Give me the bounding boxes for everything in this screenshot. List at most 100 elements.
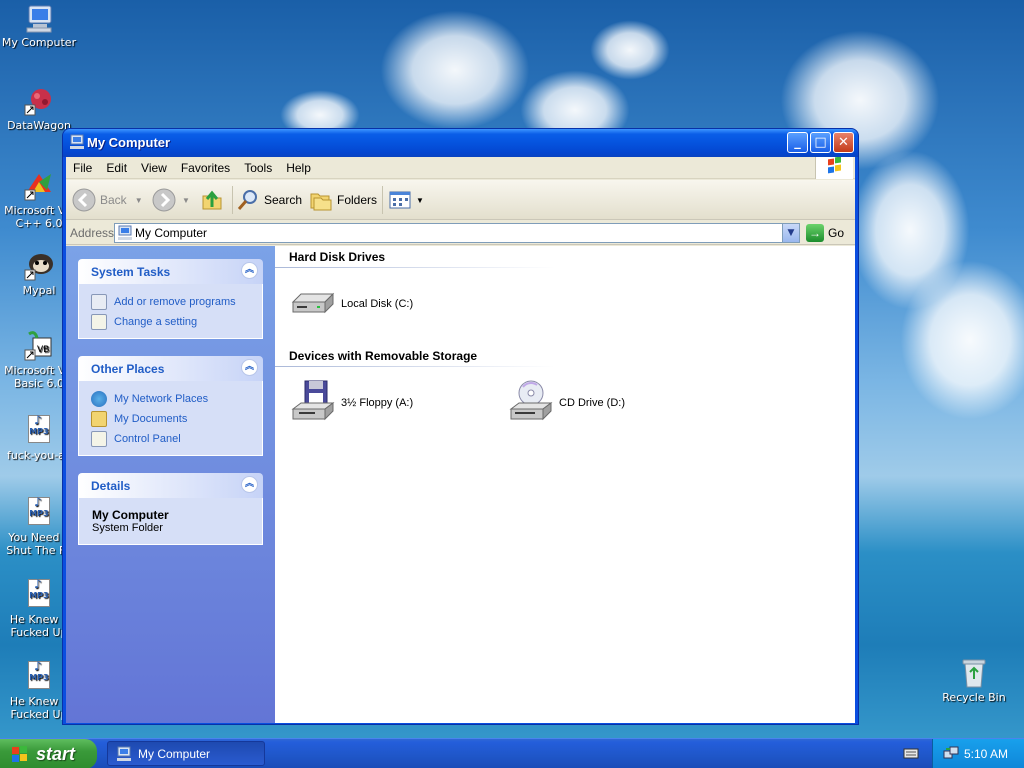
forward-button[interactable]: ▼ xyxy=(152,186,190,214)
close-button[interactable]: ✕ xyxy=(833,132,854,153)
other-places-header[interactable]: Other Places ︽ xyxy=(78,356,263,381)
go-button[interactable]: → Go xyxy=(806,224,844,242)
menu-favorites[interactable]: Favorites xyxy=(174,157,237,175)
desktop-icon-my-computer[interactable]: My Computer xyxy=(0,2,78,49)
drive-label: 3½ Floppy (A:) xyxy=(341,397,414,409)
drive-label: Local Disk (C:) xyxy=(341,298,414,310)
menu-file[interactable]: File xyxy=(66,157,99,175)
address-dropdown-button[interactable]: ▼ xyxy=(782,224,799,242)
my-computer-window: My Computer _ □ ✕ File Edit View Favorites T… xyxy=(62,128,859,725)
taskbar-item-my-computer[interactable]: My Computer xyxy=(107,741,265,766)
desktop-icon-recycle-bin[interactable]: Recycle Bin xyxy=(935,657,1013,704)
taskbar-item-label: My Computer xyxy=(138,746,211,761)
drive-label: CD Drive (D:) xyxy=(559,397,625,409)
panel-title: Other Places xyxy=(91,362,165,376)
place-control-panel[interactable]: Control Panel xyxy=(91,429,262,449)
start-button[interactable]: start xyxy=(0,739,97,768)
chevron-down-icon: ▼ xyxy=(182,195,190,205)
msvb-icon: VB xyxy=(23,330,55,362)
desktop-icon-datawagon[interactable]: DataWagon xyxy=(0,85,78,132)
my-documents-icon xyxy=(91,411,107,427)
mp3-file-icon: MP3 xyxy=(23,497,55,529)
details-body: My Computer System Folder xyxy=(78,498,263,545)
mp3-file-icon: MP3 xyxy=(23,661,55,693)
clock[interactable]: 5:10 AM xyxy=(964,747,1008,761)
drive-cd-d[interactable]: CD Drive (D:) xyxy=(507,379,625,427)
my-computer-icon xyxy=(69,134,85,150)
my-computer-icon xyxy=(23,2,55,34)
details-panel: Details ︽ My Computer System Folder xyxy=(78,473,263,545)
search-button[interactable]: Search xyxy=(236,186,302,214)
svg-text:VB: VB xyxy=(37,345,49,355)
back-arrow-icon xyxy=(72,188,96,212)
chevron-down-icon: ▼ xyxy=(416,195,424,205)
msvc-icon xyxy=(23,170,55,202)
menu-tools[interactable]: Tools xyxy=(237,157,279,175)
control-panel-icon xyxy=(91,431,107,447)
address-bar: Address My Computer ▼ → Go xyxy=(66,221,855,245)
chevron-down-icon: ▼ xyxy=(134,195,143,205)
up-folder-button[interactable] xyxy=(200,186,228,214)
menu-view[interactable]: View xyxy=(134,157,174,175)
group-divider xyxy=(275,366,555,367)
maximize-button[interactable]: □ xyxy=(810,132,831,153)
menu-bar: File Edit View Favorites Tools Help xyxy=(66,156,855,179)
content-pane: Hard Disk Drives Local Disk (C:) Devices… xyxy=(275,246,855,723)
drive-floppy-a[interactable]: 3½ Floppy (A:) xyxy=(289,379,413,427)
hard-disk-icon xyxy=(289,280,337,328)
address-label: Address xyxy=(70,226,115,240)
task-pane: System Tasks ︽ Add or remove programs Ch… xyxy=(66,246,275,723)
window-title: My Computer xyxy=(87,135,171,150)
mypal-icon xyxy=(23,250,55,282)
address-value: My Computer xyxy=(135,226,208,240)
system-tasks-panel: System Tasks ︽ Add or remove programs Ch… xyxy=(78,259,263,339)
task-add-remove-programs[interactable]: Add or remove programs xyxy=(91,292,262,312)
collapse-chevron-icon[interactable]: ︽ xyxy=(241,262,258,279)
forward-arrow-icon xyxy=(152,188,176,212)
panel-title: System Tasks xyxy=(91,265,171,279)
details-header[interactable]: Details ︽ xyxy=(78,473,263,498)
folders-button[interactable]: Folders xyxy=(309,186,377,214)
views-icon xyxy=(388,188,412,212)
place-network-places[interactable]: My Network Places xyxy=(91,389,262,409)
collapse-chevron-icon[interactable]: ︽ xyxy=(241,359,258,376)
my-computer-icon xyxy=(116,746,132,762)
recycle-bin-icon xyxy=(958,657,990,689)
drive-local-disk-c[interactable]: Local Disk (C:) xyxy=(289,280,413,328)
details-type: System Folder xyxy=(92,522,163,534)
system-tasks-header[interactable]: System Tasks ︽ xyxy=(78,259,263,284)
mp3-file-icon: MP3 xyxy=(23,579,55,611)
folders-label: Folders xyxy=(337,193,378,207)
go-arrow-icon: → xyxy=(806,224,824,242)
details-name: My Computer xyxy=(92,508,169,522)
address-input[interactable]: My Computer ▼ xyxy=(114,223,800,243)
collapse-chevron-icon[interactable]: ︽ xyxy=(241,476,258,493)
menu-edit[interactable]: Edit xyxy=(99,157,134,175)
network-tray-icon[interactable] xyxy=(943,745,959,761)
floppy-drive-icon xyxy=(289,379,337,427)
chevron-down-icon: ▼ xyxy=(787,228,795,238)
toolbar-separator xyxy=(232,186,233,214)
keyboard-icon[interactable] xyxy=(903,746,919,760)
go-label: Go xyxy=(828,226,845,240)
datawagon-icon xyxy=(23,85,55,117)
back-button[interactable]: Back ▼ xyxy=(72,186,143,214)
back-label: Back xyxy=(100,193,127,207)
taskbar: start My Computer 5:10 AM xyxy=(0,738,1024,768)
minimize-button[interactable]: _ xyxy=(787,132,808,153)
panel-title: Details xyxy=(91,479,131,493)
search-icon xyxy=(236,188,260,212)
window-titlebar[interactable]: My Computer _ □ ✕ xyxy=(63,129,858,157)
system-tasks-body: Add or remove programs Change a setting xyxy=(78,284,263,339)
mp3-file-icon: MP3 xyxy=(23,415,55,447)
up-folder-icon xyxy=(200,188,224,212)
start-label: start xyxy=(36,743,76,764)
views-button[interactable]: ▼ xyxy=(388,186,424,214)
task-change-setting[interactable]: Change a setting xyxy=(91,312,262,332)
window-client: File Edit View Favorites Tools Help Back ▼ ▼ … xyxy=(66,156,855,723)
place-my-documents[interactable]: My Documents xyxy=(91,409,262,429)
windows-logo-icon xyxy=(815,156,853,179)
system-tray: 5:10 AM xyxy=(932,739,1024,768)
other-places-body: My Network Places My Documents Control P… xyxy=(78,381,263,456)
menu-help[interactable]: Help xyxy=(279,157,318,175)
